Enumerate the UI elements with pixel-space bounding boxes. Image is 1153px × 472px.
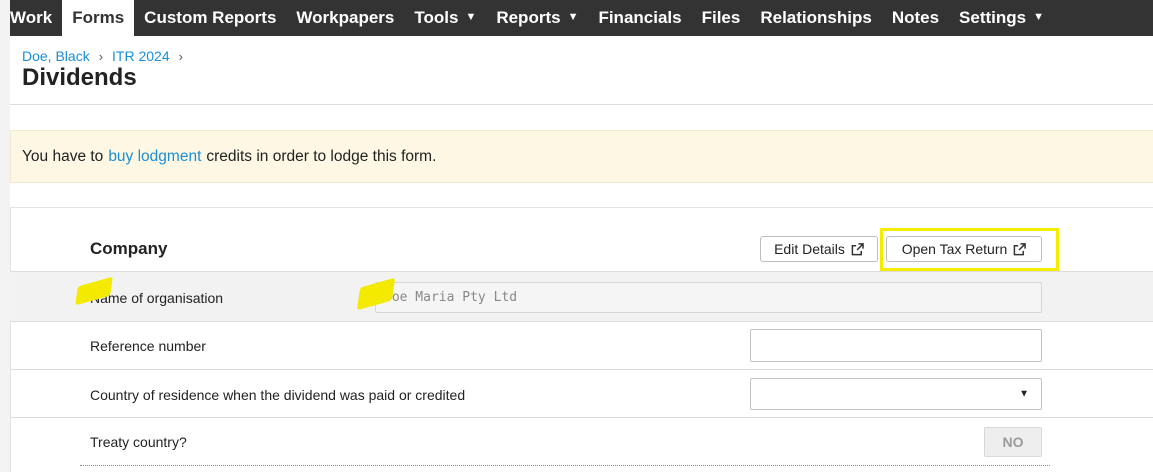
caret-down-icon: ▼ [1019,388,1029,400]
reference-number-label: Reference number [90,338,206,354]
highlight-annotation [880,228,1059,271]
nav-financials[interactable]: Financials [588,0,691,36]
nav-workpapers-label: Workpapers [296,8,395,27]
lodgment-credits-alert: You have to buy lodgment credits in orde… [10,130,1153,183]
nav-settings-label: Settings [959,8,1027,27]
nav-work-label: Work [10,8,53,27]
page-title: Dividends [22,64,137,91]
edit-details-label: Edit Details [774,241,845,257]
nav-tools-label: Tools [414,8,459,27]
country-of-residence-label: Country of residence when the dividend w… [90,387,466,403]
external-link-icon [851,242,864,255]
nav-financials-label: Financials [598,8,682,27]
bottom-divider [80,465,1050,466]
nav-custom-reports[interactable]: Custom Reports [134,0,286,36]
caret-down-icon: ▼ [465,11,477,23]
nav-reports-label: Reports [496,8,561,27]
reference-number-input[interactable] [750,329,1042,362]
nav-reports[interactable]: Reports ▼ [486,0,588,36]
nav-settings[interactable]: Settings ▼ [949,0,1054,36]
header-divider [0,104,1153,105]
breadcrumb: Doe, Black › ITR 2024 › [22,48,192,64]
breadcrumb-separator: › [178,48,183,64]
nav-forms[interactable]: Forms [62,0,135,36]
top-navigation: Work Forms Custom Reports Workpapers Too… [0,0,1153,36]
breadcrumb-return[interactable]: ITR 2024 [112,48,170,64]
country-of-residence-select[interactable]: ▼ [750,378,1042,410]
page-gutter [0,0,10,472]
edit-details-button[interactable]: Edit Details [760,236,878,262]
section-title: Company [90,239,168,258]
caret-down-icon: ▼ [1033,11,1044,23]
nav-workpapers[interactable]: Workpapers [286,0,404,36]
organisation-name-field[interactable]: Doe Maria Pty Ltd [375,282,1042,313]
nav-custom-reports-label: Custom Reports [144,8,277,27]
breadcrumb-separator: › [98,48,104,64]
breadcrumb-client[interactable]: Doe, Black [22,48,90,64]
nav-notes[interactable]: Notes [882,0,949,36]
nav-files-label: Files [701,8,741,27]
alert-text-after: credits in order to lodge this form. [206,147,437,165]
nav-relationships[interactable]: Relationships [750,0,881,36]
nav-files[interactable]: Files [692,0,751,36]
caret-down-icon: ▼ [567,11,579,23]
nav-notes-label: Notes [891,8,940,27]
treaty-country-label: Treaty country? [90,434,187,450]
buy-lodgment-link[interactable]: buy lodgment [108,148,201,166]
alert-text-before: You have to [22,147,104,165]
nav-relationships-label: Relationships [760,8,872,27]
nav-forms-label: Forms [72,8,125,27]
nav-tools[interactable]: Tools ▼ [404,0,486,36]
treaty-country-toggle[interactable]: NO [984,427,1042,457]
